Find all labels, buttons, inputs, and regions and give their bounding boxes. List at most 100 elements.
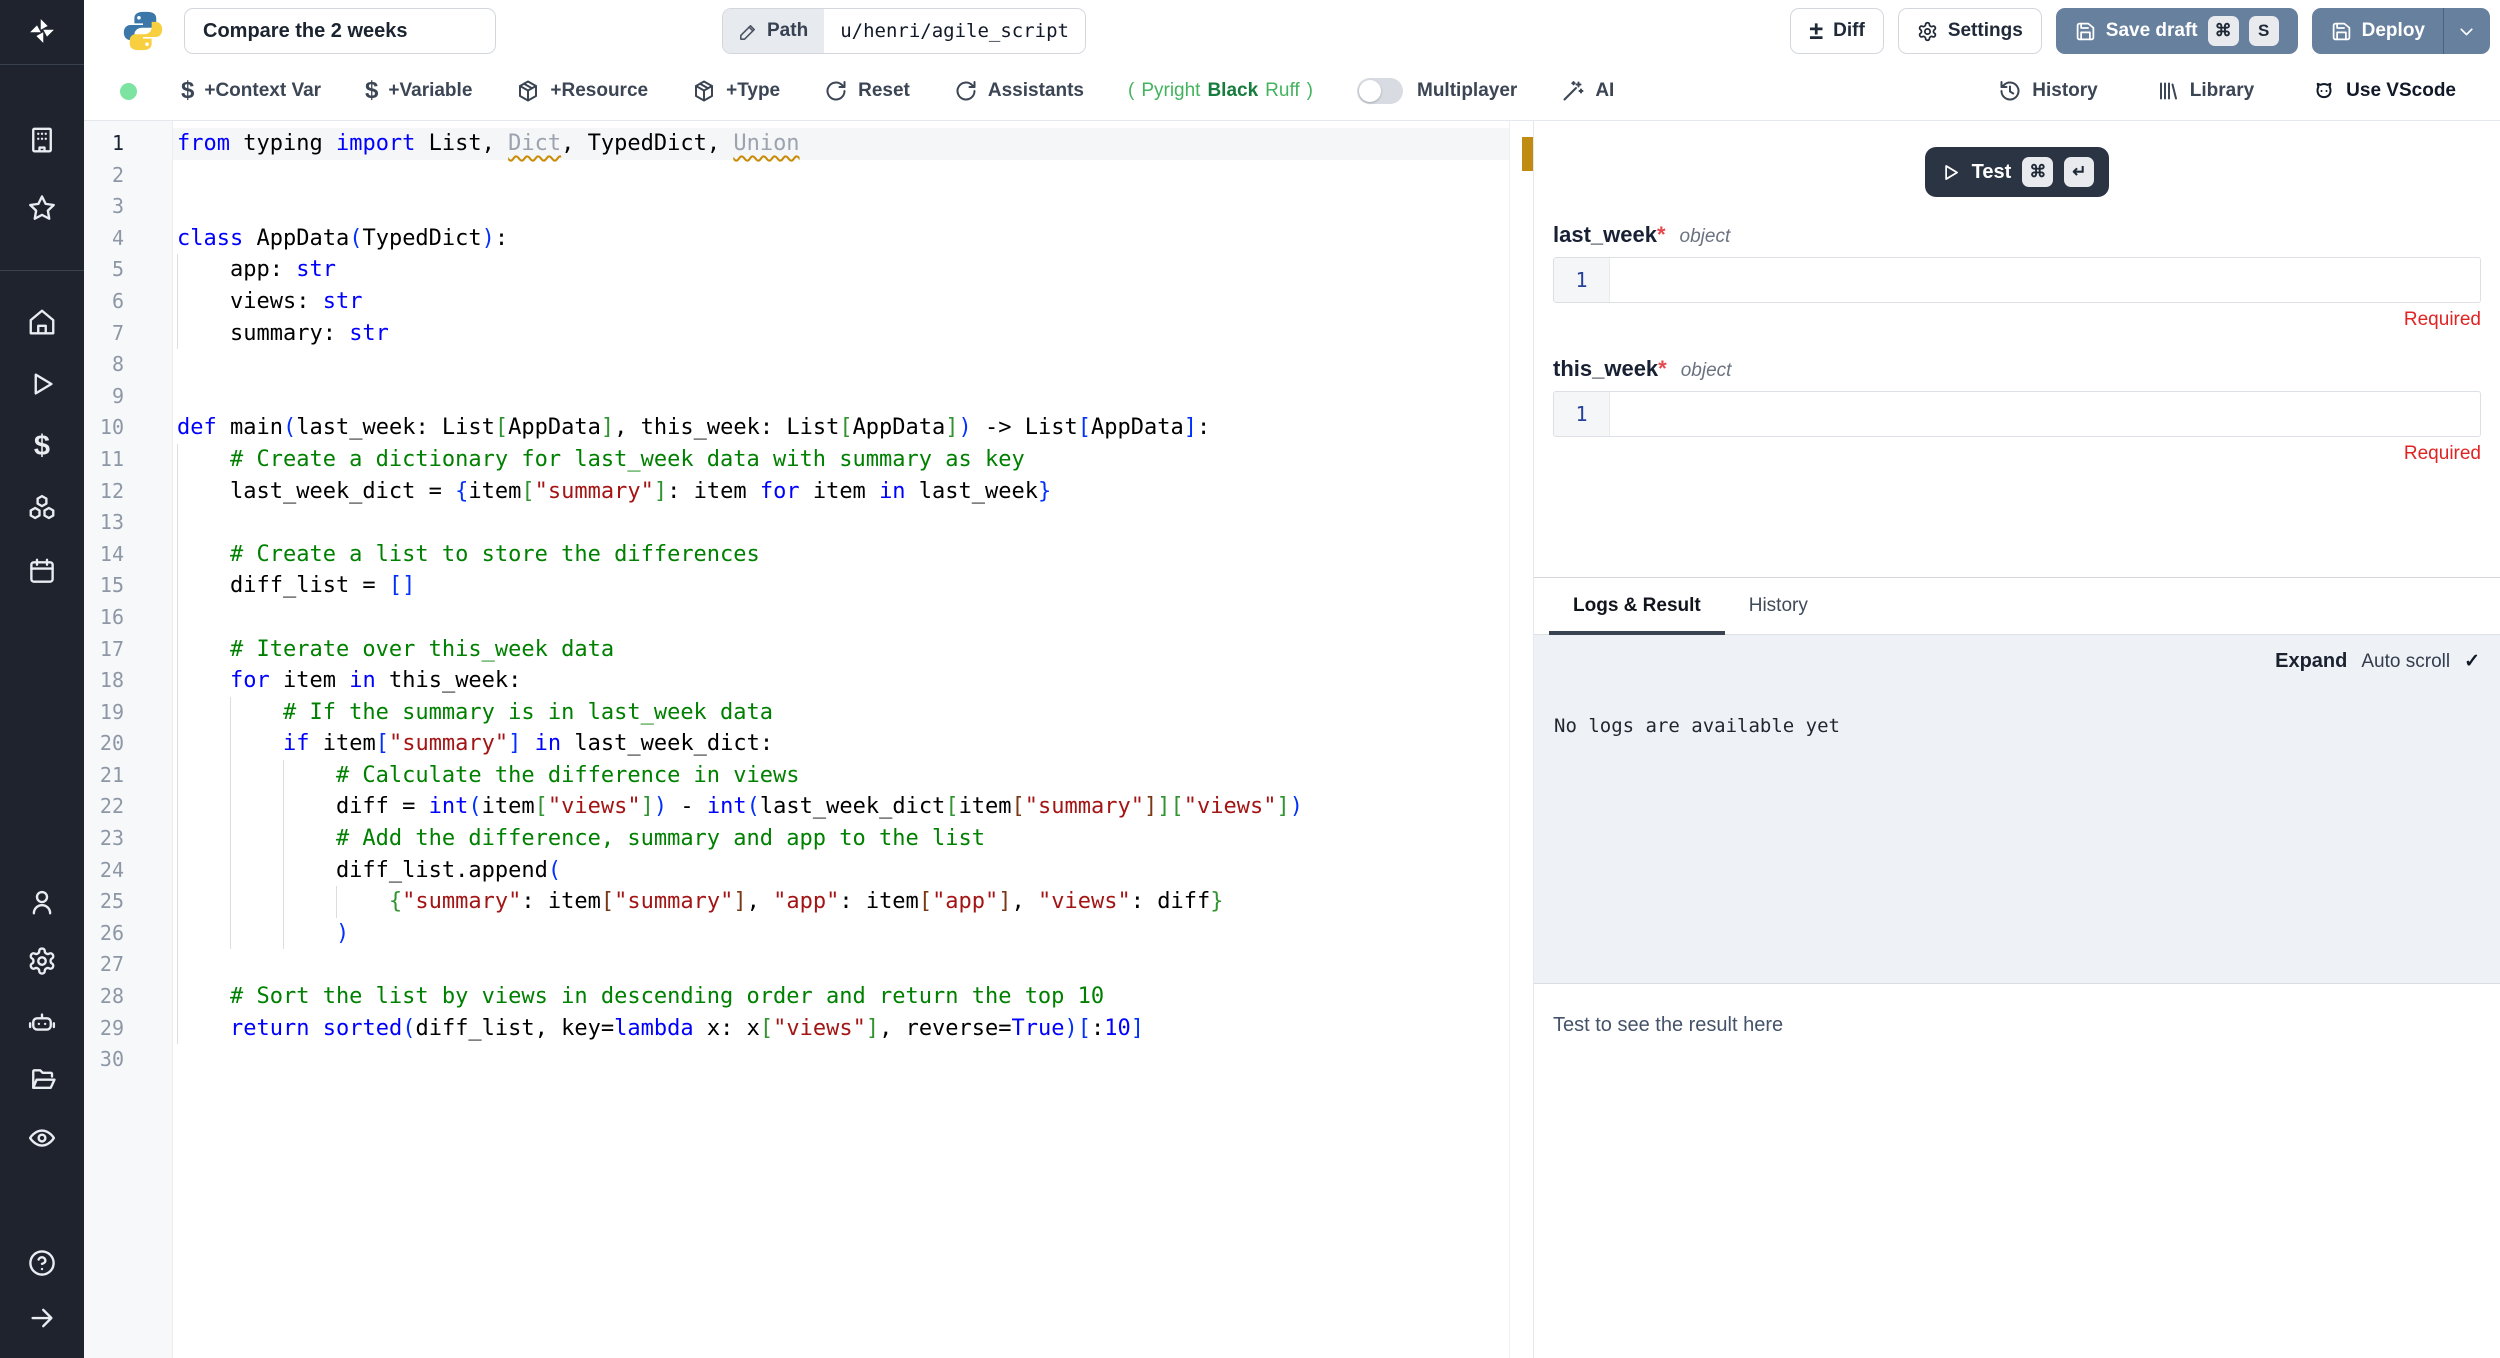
code-line[interactable] xyxy=(173,602,1509,634)
ai-button[interactable]: AI xyxy=(1561,79,1614,103)
path-field: Path u/henri/agile_script xyxy=(722,8,1086,54)
settings-gear-icon[interactable] xyxy=(25,944,59,978)
help-icon[interactable] xyxy=(25,1246,59,1280)
code-line[interactable] xyxy=(173,381,1509,413)
code-line[interactable]: ) xyxy=(173,918,1509,950)
code-line[interactable]: app: str xyxy=(173,254,1509,286)
assistants-button[interactable]: Assistants xyxy=(954,79,1084,103)
code-editor[interactable]: 1234567891011121314151617181920212223242… xyxy=(84,121,1533,1358)
add-variable-button[interactable]: $ +Variable xyxy=(365,77,472,105)
code-line[interactable] xyxy=(173,160,1509,192)
audit-eye-icon[interactable] xyxy=(25,1121,59,1155)
code-line[interactable] xyxy=(173,949,1509,981)
arg-type: object xyxy=(1680,226,1731,248)
check-icon[interactable]: ✓ xyxy=(2464,650,2480,673)
enter-key-badge: ↵ xyxy=(2064,157,2094,187)
ai-label: AI xyxy=(1595,80,1614,102)
library-icon xyxy=(2156,79,2180,103)
library-button[interactable]: Library xyxy=(2156,79,2254,103)
reset-button[interactable]: Reset xyxy=(824,79,910,103)
required-message: Required xyxy=(1553,309,2481,331)
chevron-down-icon[interactable] xyxy=(2456,21,2477,42)
code-line[interactable]: # Create a list to store the differences xyxy=(173,539,1509,571)
code-line[interactable]: for item in this_week: xyxy=(173,665,1509,697)
code-line[interactable]: diff_list = [] xyxy=(173,570,1509,602)
settings-button[interactable]: Settings xyxy=(1898,8,2042,54)
line-number: 23 xyxy=(84,823,172,855)
history-button[interactable]: History xyxy=(1998,79,2097,103)
editor-code[interactable]: from typing import List, Dict, TypedDict… xyxy=(172,121,1509,1358)
runs-play-icon[interactable] xyxy=(25,367,59,401)
home-icon[interactable] xyxy=(25,305,59,339)
add-type-button[interactable]: +Type xyxy=(692,79,780,103)
code-line[interactable]: views: str xyxy=(173,286,1509,318)
line-number: 1 xyxy=(84,128,172,160)
code-line[interactable]: # Calculate the difference in views xyxy=(173,760,1509,792)
script-name-input[interactable]: Compare the 2 weeks xyxy=(184,8,496,54)
settings-label: Settings xyxy=(1948,20,2023,42)
input-value[interactable] xyxy=(1610,392,2480,436)
deploy-label: Deploy xyxy=(2362,20,2425,42)
path-input[interactable]: u/henri/agile_script xyxy=(824,9,1085,53)
code-line[interactable]: # If the summary is in last_week data xyxy=(173,697,1509,729)
code-line[interactable]: # Create a dictionary for last_week data… xyxy=(173,444,1509,476)
code-line[interactable] xyxy=(173,191,1509,223)
code-line[interactable]: {"summary": item["summary"], "app": item… xyxy=(173,886,1509,918)
code-line[interactable]: diff_list.append( xyxy=(173,855,1509,887)
workers-robot-icon[interactable] xyxy=(25,1005,59,1039)
tab-logs-result[interactable]: Logs & Result xyxy=(1549,578,1725,634)
code-line[interactable]: return sorted(diff_list, key=lambda x: x… xyxy=(173,1013,1509,1045)
paren-open: ( xyxy=(1128,80,1134,102)
code-line[interactable]: # Iterate over this_week data xyxy=(173,634,1509,666)
line-number: 3 xyxy=(84,191,172,223)
pencil-icon xyxy=(739,22,758,41)
line-number: 10 xyxy=(84,412,172,444)
windmill-logo-icon[interactable] xyxy=(25,14,59,48)
code-line[interactable] xyxy=(173,507,1509,539)
deploy-divider xyxy=(2443,8,2444,54)
folders-icon[interactable] xyxy=(25,1062,59,1096)
reset-label: Reset xyxy=(858,80,910,102)
diff-button[interactable]: ± Diff xyxy=(1790,8,1883,54)
code-line[interactable]: summary: str xyxy=(173,318,1509,350)
save-draft-button[interactable]: Save draft ⌘ S xyxy=(2056,8,2298,54)
resources-cubes-icon[interactable] xyxy=(25,491,59,525)
code-line[interactable]: from typing import List, Dict, TypedDict… xyxy=(173,128,1509,160)
code-line[interactable] xyxy=(173,349,1509,381)
package-icon xyxy=(516,79,540,103)
autoscroll-toggle[interactable]: Auto scroll xyxy=(2361,651,2450,673)
multiplayer-label: Multiplayer xyxy=(1417,80,1517,102)
path-edit-button[interactable]: Path xyxy=(723,9,824,53)
input-line-number: 1 xyxy=(1554,258,1610,302)
code-line[interactable]: def main(last_week: List[AppData], this_… xyxy=(173,412,1509,444)
input-value[interactable] xyxy=(1610,258,2480,302)
overview-ruler[interactable] xyxy=(1509,121,1533,1358)
code-line[interactable]: # Add the difference, summary and app to… xyxy=(173,823,1509,855)
test-button[interactable]: Test ⌘ ↵ xyxy=(1925,147,2110,197)
line-number: 16 xyxy=(84,602,172,634)
this-week-json-input[interactable]: 1 xyxy=(1553,391,2481,437)
expand-button[interactable]: Expand xyxy=(2275,650,2347,673)
expand-sidebar-arrow-icon[interactable] xyxy=(25,1301,59,1335)
use-vscode-button[interactable]: Use VScode xyxy=(2312,79,2456,103)
add-context-var-button[interactable]: $ +Context Var xyxy=(181,77,321,105)
multiplayer-toggle[interactable] xyxy=(1357,78,1403,104)
workspace-building-icon[interactable] xyxy=(25,123,59,157)
tab-history[interactable]: History xyxy=(1725,578,1832,634)
code-line[interactable]: class AppData(TypedDict): xyxy=(173,223,1509,255)
line-number: 27 xyxy=(84,949,172,981)
code-line[interactable]: last_week_dict = {item["summary"]: item … xyxy=(173,476,1509,508)
code-line[interactable]: if item["summary"] in last_week_dict: xyxy=(173,728,1509,760)
play-icon xyxy=(1940,162,1961,183)
deploy-button[interactable]: Deploy xyxy=(2312,8,2490,54)
schedules-calendar-icon[interactable] xyxy=(25,554,59,588)
add-resource-button[interactable]: +Resource xyxy=(516,79,648,103)
variables-dollar-icon[interactable]: $ xyxy=(25,429,59,463)
code-line[interactable]: diff = int(item["views"]) - int(last_wee… xyxy=(173,791,1509,823)
favorites-star-icon[interactable] xyxy=(25,191,59,225)
user-icon[interactable] xyxy=(25,885,59,919)
code-line[interactable] xyxy=(173,1044,1509,1076)
last-week-json-input[interactable]: 1 xyxy=(1553,257,2481,303)
code-line[interactable]: # Sort the list by views in descending o… xyxy=(173,981,1509,1013)
line-number: 17 xyxy=(84,634,172,666)
